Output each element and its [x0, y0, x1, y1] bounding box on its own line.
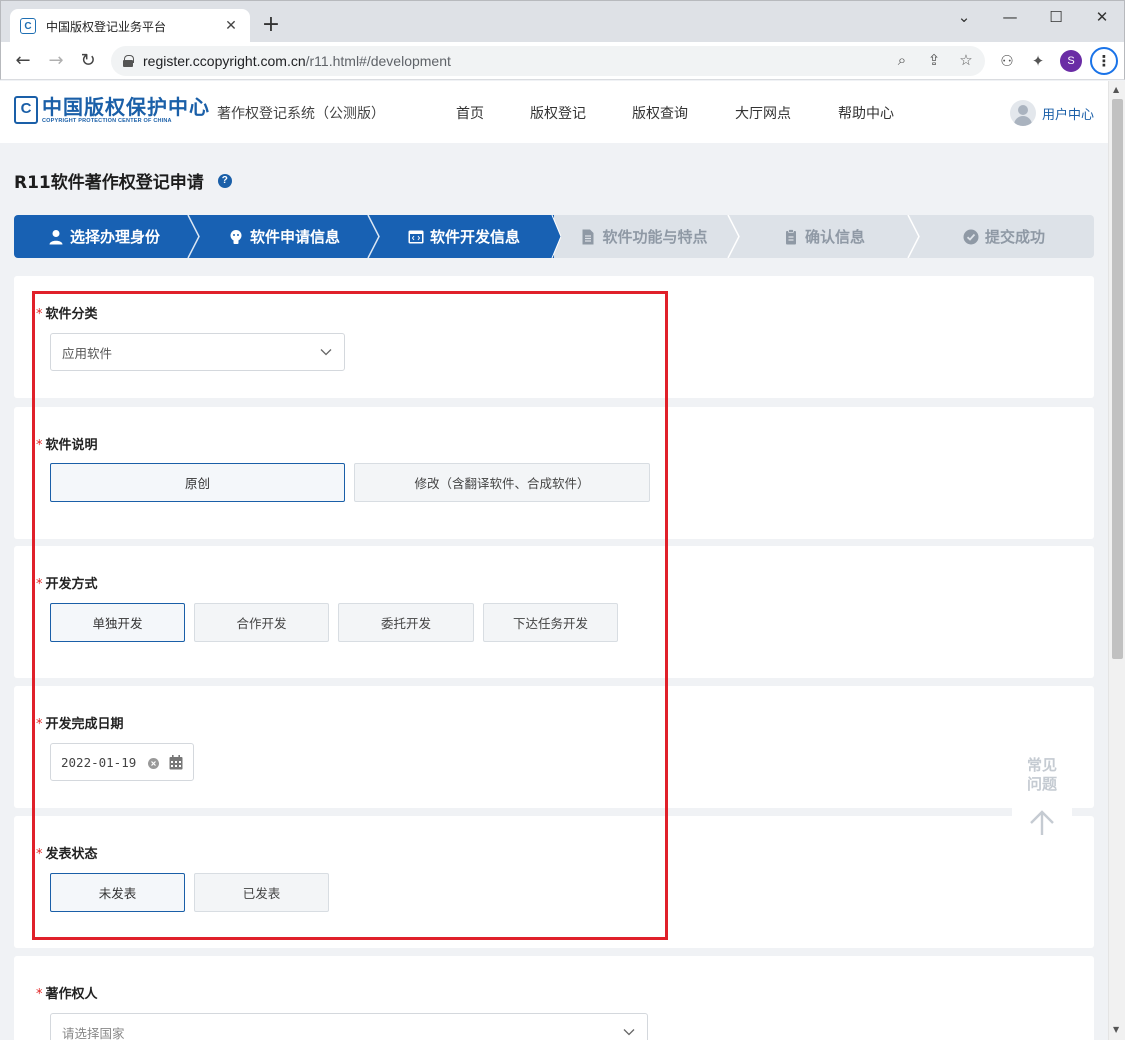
- tab-close-icon[interactable]: ✕: [222, 18, 240, 34]
- back-arrow-icon[interactable]: ←: [11, 49, 35, 73]
- tab-title: 中国版权登记业务平台: [46, 19, 167, 34]
- nav-home[interactable]: 首页: [456, 103, 484, 123]
- option-published[interactable]: 已发表: [194, 873, 329, 912]
- option-modified[interactable]: 修改（含翻译软件、合成软件）: [354, 463, 650, 502]
- extensions-puzzle-icon[interactable]: ✦: [1026, 49, 1050, 73]
- faq-label: 常见 问题: [1026, 756, 1057, 793]
- help-question-icon[interactable]: ?: [217, 173, 232, 188]
- nav-copyright-registration[interactable]: 版权登记: [530, 103, 586, 123]
- logo-chinese-text: 中国版权保护中心: [42, 95, 210, 119]
- document-icon: [582, 229, 594, 244]
- minimize-button[interactable]: —: [987, 5, 1033, 29]
- browser-toolbar: ← → ↻ register.ccopyright.com.cn/r11.htm…: [0, 42, 1125, 80]
- completion-date-value: 2022-01-19: [61, 754, 137, 770]
- scroll-up-arrow-icon[interactable]: ▲: [1113, 85, 1119, 94]
- user-center-link[interactable]: 用户中心: [1010, 100, 1094, 126]
- label-development-method: * 开发方式: [36, 577, 98, 592]
- cpcc-logo-icon: C: [14, 96, 38, 124]
- nav-service-halls[interactable]: 大厅网点: [735, 103, 791, 123]
- completion-date-picker[interactable]: 2022-01-19: [50, 743, 194, 781]
- step-separator-active: [547, 215, 561, 258]
- logo-english-text: COPYRIGHT PROTECTION CENTER OF CHINA: [42, 118, 172, 124]
- step-separator: [367, 215, 380, 258]
- chevron-down-icon: [623, 1029, 635, 1036]
- country-select[interactable]: 请选择国家: [50, 1013, 648, 1040]
- label-completion-date: * 开发完成日期: [36, 717, 124, 732]
- option-independent-development[interactable]: 单独开发: [50, 603, 185, 642]
- option-unpublished[interactable]: 未发表: [50, 873, 185, 912]
- code-window-icon: [408, 230, 424, 243]
- forward-arrow-icon[interactable]: →: [44, 49, 68, 73]
- bookmark-star-icon[interactable]: ☆: [955, 51, 977, 69]
- browser-menu-icon[interactable]: ⋮: [1090, 47, 1118, 75]
- site-header: C 中国版权保护中心 COPYRIGHT PROTECTION CENTER O…: [0, 81, 1108, 143]
- label-software-description: * 软件说明: [36, 438, 98, 453]
- site-favicon-icon: C: [20, 18, 36, 34]
- software-category-select[interactable]: 应用软件: [50, 333, 345, 371]
- url-text: register.ccopyright.com.cn/r11.html#/dev…: [143, 53, 451, 69]
- step-separator: [907, 215, 920, 258]
- chevron-down-icon: [320, 349, 332, 356]
- user-icon: [49, 229, 63, 244]
- calendar-icon[interactable]: [169, 755, 183, 770]
- browser-tabstrip: C 中国版权登记业务平台 ✕ + ⌄ — ☐ ✕: [0, 0, 1125, 43]
- user-center-label: 用户中心: [1042, 107, 1095, 123]
- address-bar[interactable]: register.ccopyright.com.cn/r11.html#/dev…: [111, 46, 985, 76]
- nav-copyright-query[interactable]: 版权查询: [632, 103, 688, 123]
- page-title: R11软件著作权登记申请 ?: [14, 168, 232, 193]
- back-to-top-arrow-icon[interactable]: [1027, 808, 1057, 838]
- step-software-features[interactable]: 软件功能与特点: [554, 215, 734, 258]
- option-original[interactable]: 原创: [50, 463, 345, 502]
- option-commissioned-development[interactable]: 委托开发: [338, 603, 474, 642]
- tab-search-chevron-icon[interactable]: ⌄: [941, 5, 987, 29]
- nav-help-center[interactable]: 帮助中心: [838, 103, 894, 123]
- page-scrollbar[interactable]: ▲ ▼: [1108, 81, 1125, 1040]
- maximize-button[interactable]: ☐: [1033, 5, 1079, 29]
- step-software-development-info[interactable]: 软件开发信息: [374, 215, 554, 258]
- step-confirm-info[interactable]: 确认信息: [734, 215, 914, 258]
- clear-date-icon[interactable]: [148, 758, 159, 769]
- share-icon[interactable]: ⇪: [923, 51, 945, 69]
- step-submit-success[interactable]: 提交成功: [914, 215, 1094, 258]
- system-name: 著作权登记系统（公测版）: [217, 106, 385, 122]
- site-logo[interactable]: C 中国版权保护中心 COPYRIGHT PROTECTION CENTER O…: [14, 96, 210, 124]
- clipboard-icon: [785, 228, 796, 244]
- label-copyright-owner: * 著作权人: [36, 987, 98, 1002]
- scroll-down-arrow-icon[interactable]: ▼: [1113, 1025, 1119, 1034]
- faq-floating-panel[interactable]: 常见 问题: [1012, 748, 1072, 858]
- browser-tab[interactable]: C 中国版权登记业务平台 ✕: [10, 9, 250, 43]
- progress-steps: 选择办理身份 软件申请信息 软件开发信息 软件功能与特点 确认信息 提交成功: [14, 215, 1094, 258]
- step-separator: [187, 215, 200, 258]
- profile-avatar[interactable]: S: [1060, 50, 1082, 72]
- label-software-category: * 软件分类: [36, 307, 98, 322]
- new-tab-button[interactable]: +: [259, 13, 283, 37]
- step-select-identity[interactable]: 选择办理身份: [14, 215, 194, 258]
- scrollbar-thumb[interactable]: [1112, 99, 1123, 659]
- zoom-icon[interactable]: ⌕: [891, 51, 913, 69]
- lightbulb-icon: [230, 229, 242, 244]
- check-circle-icon: [963, 229, 979, 244]
- lock-icon: [123, 55, 134, 67]
- extension-bike-icon[interactable]: ⚇: [995, 49, 1019, 73]
- option-assigned-task-development[interactable]: 下达任务开发: [483, 603, 618, 642]
- close-window-button[interactable]: ✕: [1079, 5, 1125, 29]
- step-software-application-info[interactable]: 软件申请信息: [194, 215, 374, 258]
- label-publish-status: * 发表状态: [36, 847, 98, 862]
- user-avatar-icon: [1010, 100, 1036, 126]
- step-separator: [727, 215, 740, 258]
- option-cooperative-development[interactable]: 合作开发: [194, 603, 329, 642]
- reload-icon[interactable]: ↻: [76, 49, 100, 73]
